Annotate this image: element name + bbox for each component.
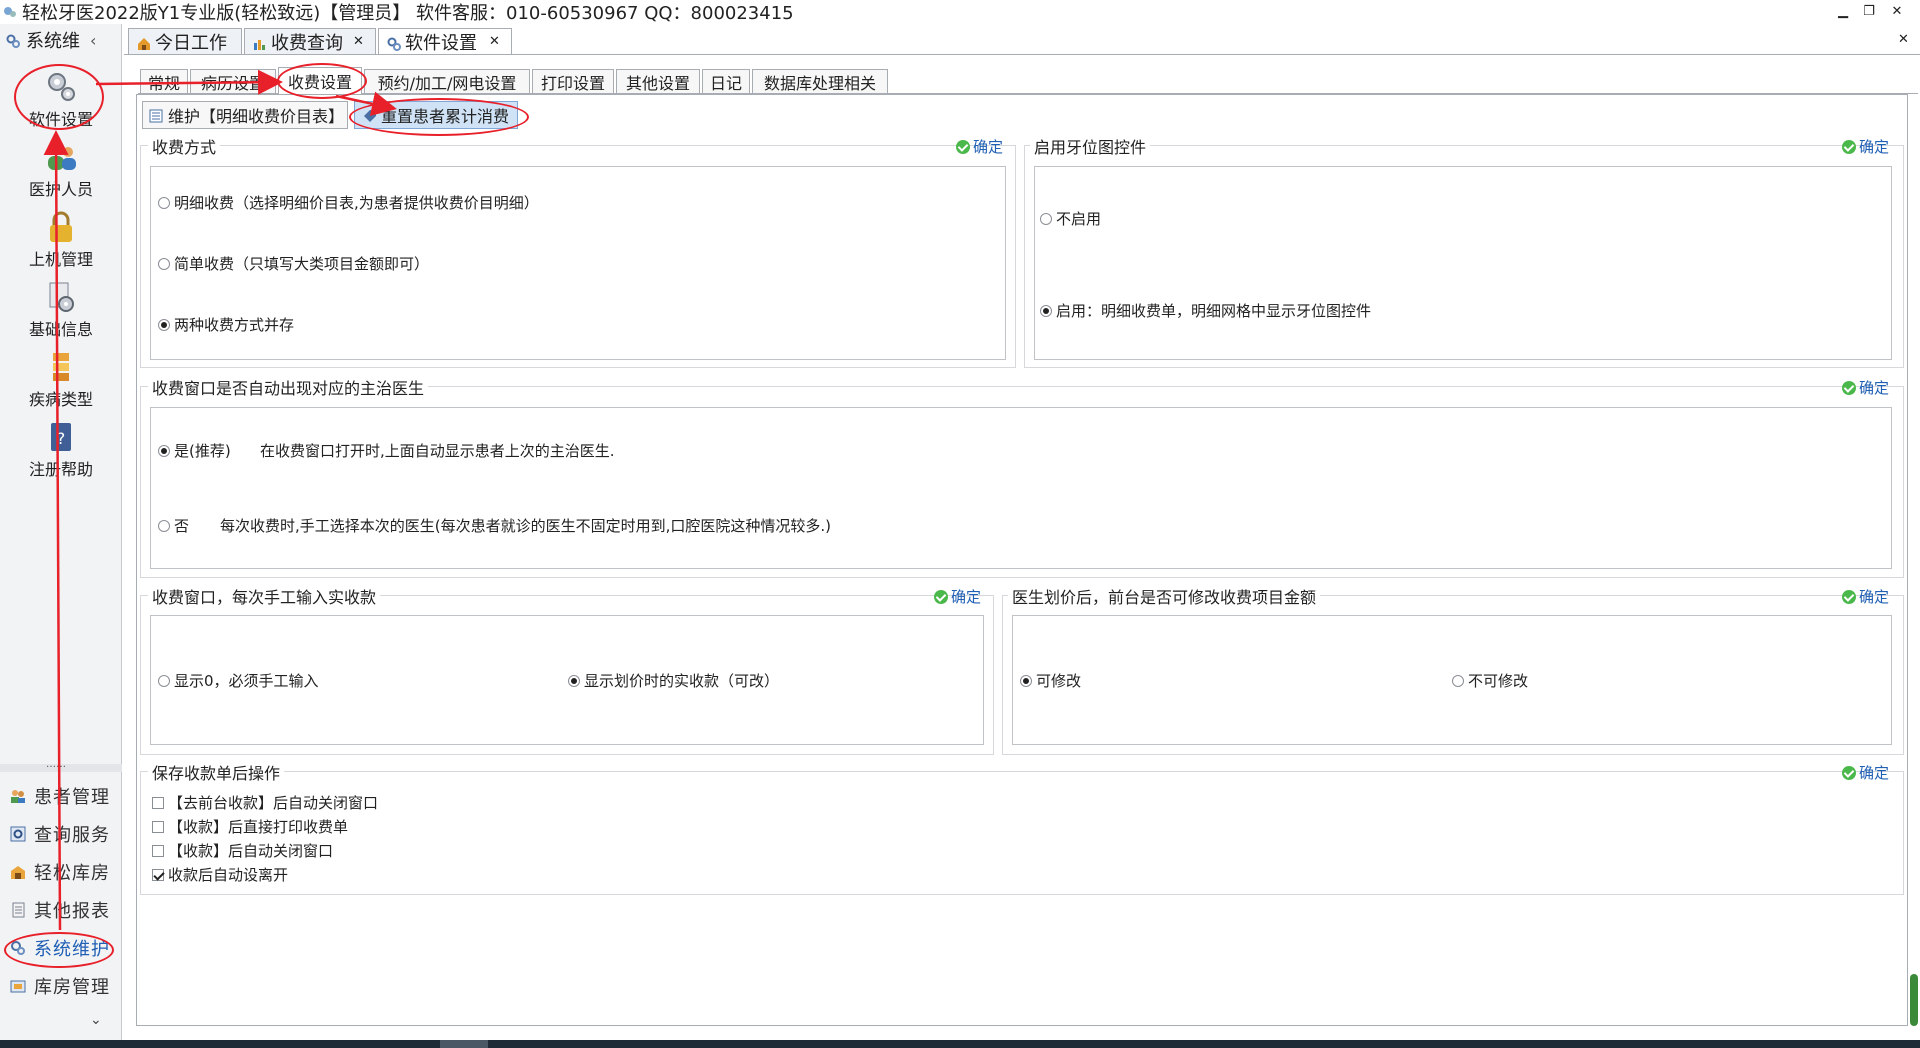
annotation-arrows [43, 69, 397, 931]
